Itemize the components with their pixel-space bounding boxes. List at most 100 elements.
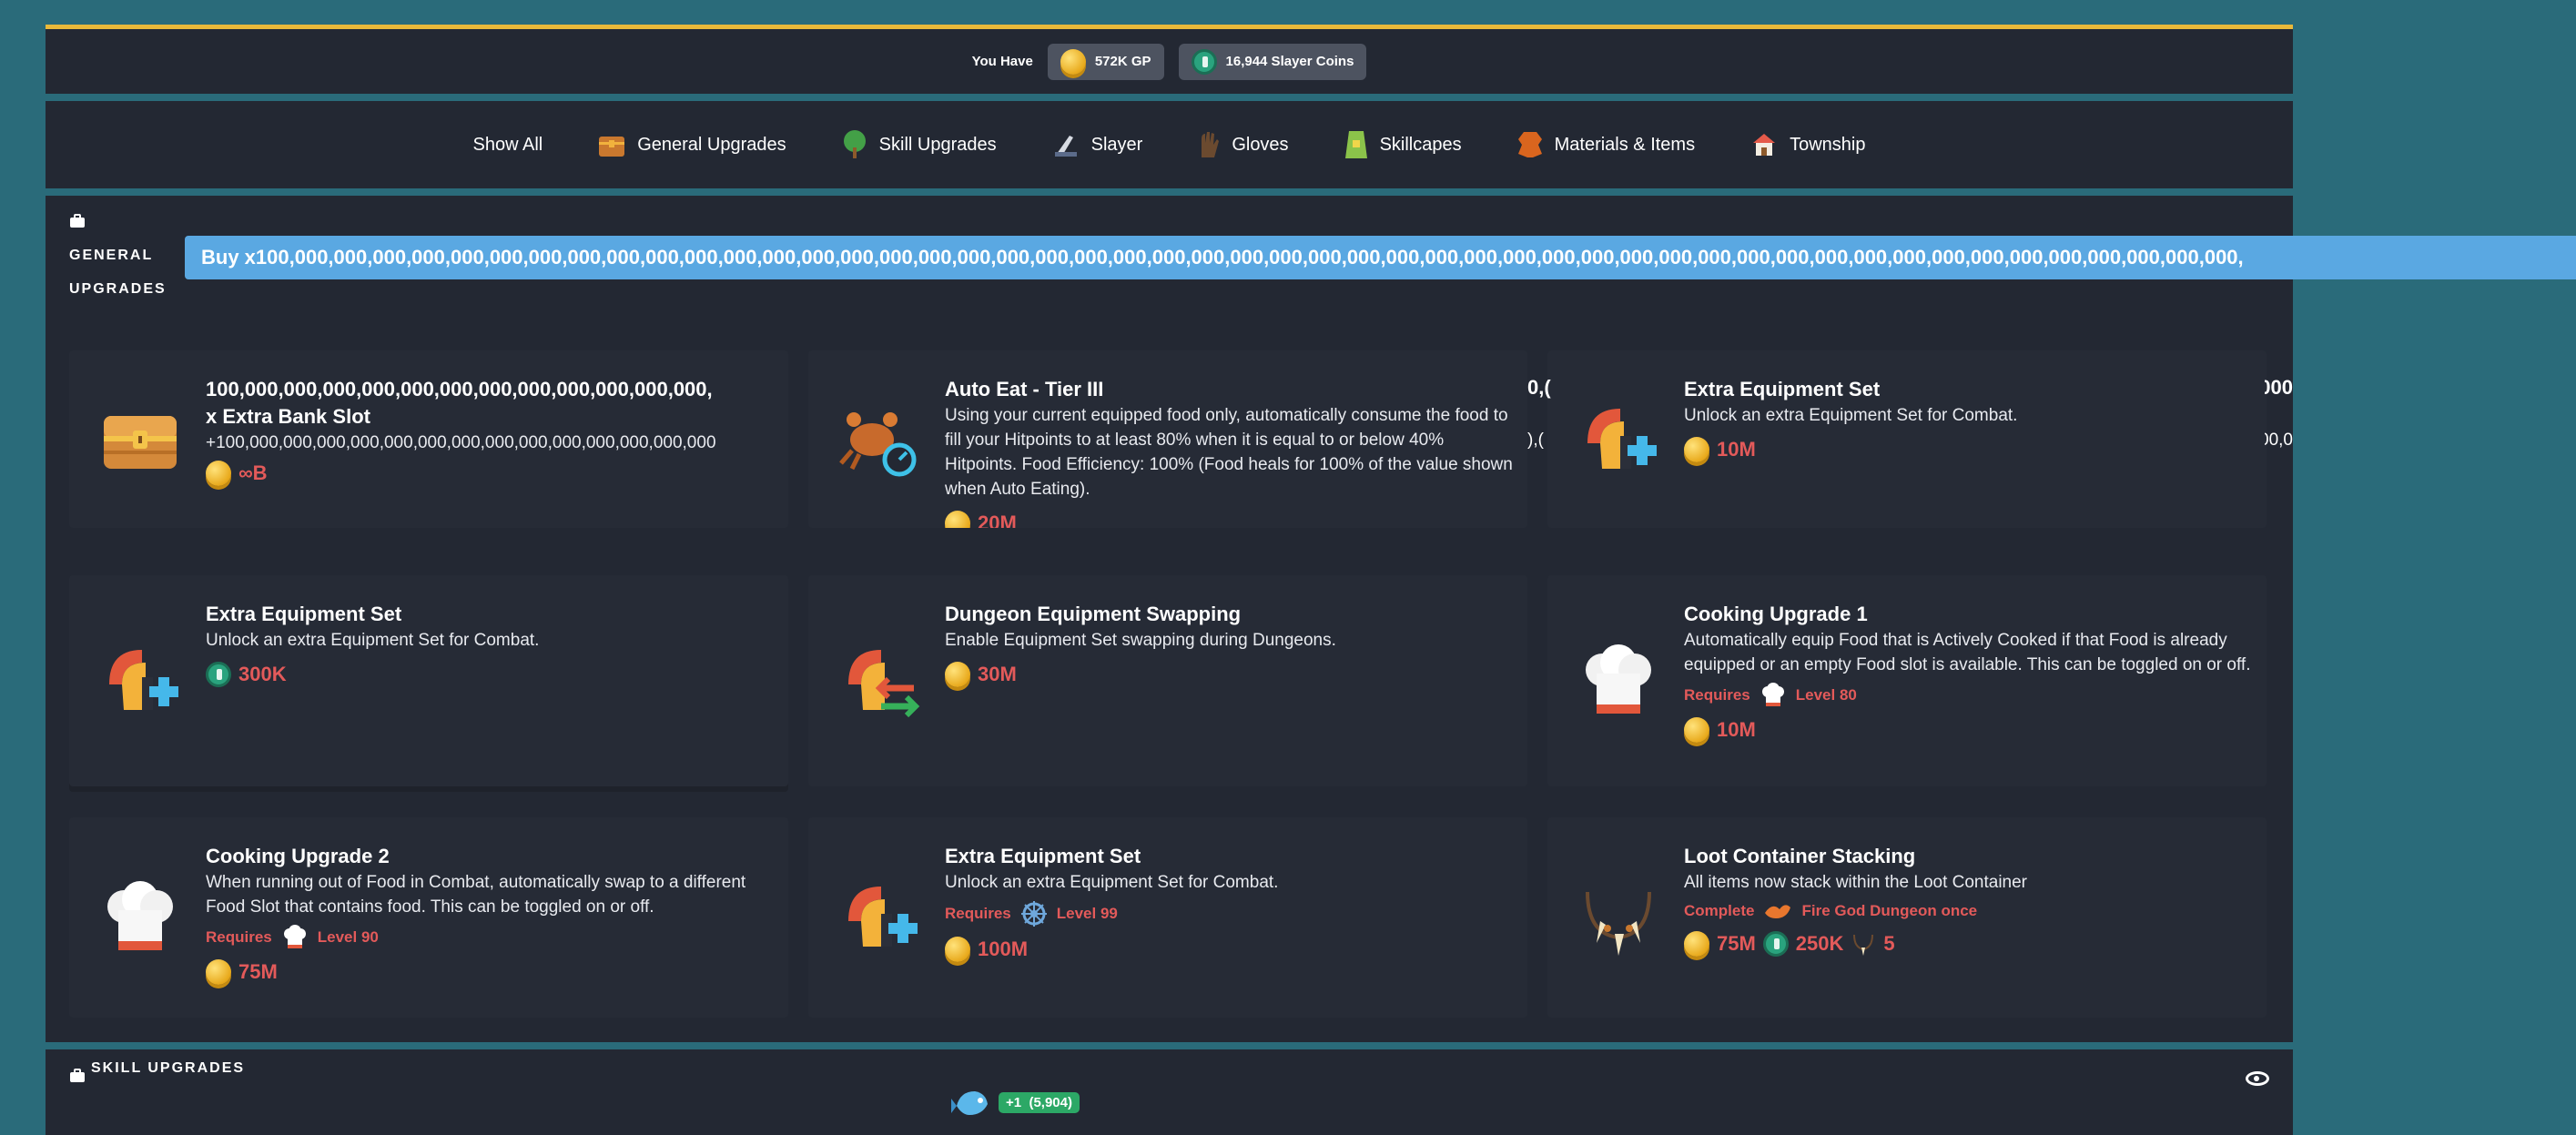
card-title: 100,000,000,000,000,000,000,000,000,000,… xyxy=(206,378,713,400)
upgrade-card-extra-equipment-set-1[interactable]: Extra Equipment Set Unlock an extra Equi… xyxy=(1547,350,2267,528)
cost-value: 10M xyxy=(1717,438,1756,461)
cost-value: 20M xyxy=(978,512,1017,528)
nav-slayer[interactable]: Slayer xyxy=(1051,130,1142,159)
card-cost: 75M 250K 5 xyxy=(1684,931,2252,957)
skill-upgrades-heading: SKILL UPGRADES xyxy=(91,1060,246,1076)
requirement-text: Level 99 xyxy=(1056,905,1118,922)
card-description: All items now stack within the Loot Cont… xyxy=(1684,873,2028,892)
card-cost: 75M xyxy=(206,959,774,985)
chef-hat-icon xyxy=(1586,644,1651,714)
upgrade-card-bank-slot[interactable]: 100,000,000,000,000,000,000,000,000,000,… xyxy=(69,350,788,528)
section-heading-line1: GENERAL xyxy=(69,248,154,263)
nav-label: Show All xyxy=(472,134,543,155)
upgrade-card-dungeon-equipment-swapping[interactable]: Dungeon Equipment Swapping Enable Equipm… xyxy=(808,575,1527,786)
card-title: Cooking Upgrade 2 xyxy=(206,845,390,867)
card-cost: 10M xyxy=(1684,717,2252,743)
nav-label: Skillcapes xyxy=(1379,134,1462,155)
overflow-text-right: 0,000,000,000,000,000,000,000,000, xyxy=(2265,376,2293,399)
gp-coin-icon xyxy=(206,461,231,486)
card-title: Loot Container Stacking xyxy=(1684,845,1916,867)
nav-gloves[interactable]: Gloves xyxy=(1197,130,1289,159)
card-requirement: Complete Fire God Dungeon once xyxy=(1684,900,2252,922)
slayer-amount: 16,944 Slayer Coins xyxy=(1225,54,1354,69)
card-description: Enable Equipment Set swapping during Dun… xyxy=(945,631,1336,650)
leather-icon xyxy=(1517,132,1542,157)
card-description: Unlock an extra Equipment Set for Combat… xyxy=(945,873,1279,892)
slayer-coin-icon xyxy=(1762,931,1789,957)
badge-plus: +1 xyxy=(1006,1094,1022,1110)
cost-value: 250K xyxy=(1795,932,1844,955)
cost-value: 75M xyxy=(238,960,278,983)
overflow-text-left-2: ),( xyxy=(1527,431,1544,450)
gp-coin-icon xyxy=(945,511,970,528)
township-icon xyxy=(1753,134,1776,156)
gp-coin-icon xyxy=(945,937,970,962)
gp-coin-icon xyxy=(945,662,970,687)
card-cost: 10M xyxy=(1684,437,2252,462)
general-upgrades-panel: GENERAL UPGRADES Buy x100,000,000,000,00… xyxy=(46,196,2576,1042)
requirement-prefix: Requires xyxy=(945,905,1011,922)
slayer-coin-icon xyxy=(206,662,231,687)
card-title-line2: x Extra Bank Slot xyxy=(206,405,370,428)
you-have-label: You Have xyxy=(971,54,1033,69)
card-title: Auto Eat - Tier III xyxy=(945,378,1104,400)
cost-value: 10M xyxy=(1717,718,1756,741)
gp-coin-icon xyxy=(1684,437,1709,462)
cape-icon xyxy=(1344,131,1367,158)
helmet-swap-icon xyxy=(848,650,920,718)
tooth-necklace-icon xyxy=(1586,891,1651,956)
nav-show-all[interactable]: Show All xyxy=(473,135,543,156)
card-cost: ∞B xyxy=(206,461,774,486)
chef-hat-icon xyxy=(1761,683,1784,706)
slayer-icon xyxy=(1054,136,1077,157)
badge-count: (5,904) xyxy=(1029,1094,1072,1110)
briefcase-icon xyxy=(70,214,85,228)
briefcase-icon xyxy=(70,1069,85,1082)
nav-materials-items[interactable]: Materials & Items xyxy=(1516,130,1695,159)
nav-label: Skill Upgrades xyxy=(878,134,997,155)
overflow-text-left: 0,( xyxy=(1527,376,1551,399)
cost-value: 75M xyxy=(1717,932,1756,955)
nav-general-upgrades[interactable]: General Upgrades xyxy=(597,131,786,158)
nav-township[interactable]: Township xyxy=(1749,130,1865,159)
slayer-coin-icon xyxy=(1191,48,1217,75)
skill-upgrades-panel: SKILL UPGRADES +1 (5,904) xyxy=(46,1049,2293,1135)
section-heading-line2: UPGRADES xyxy=(69,281,167,297)
upgrade-card-extra-equipment-set-2[interactable]: Extra Equipment Set Unlock an extra Equi… xyxy=(69,575,788,786)
nav-label: Township xyxy=(1790,134,1866,155)
tooth-necklace-icon xyxy=(1853,934,1874,956)
card-description: Using your current equipped food only, a… xyxy=(945,406,1513,499)
slayer-pill: 16,944 Slayer Coins xyxy=(1178,43,1367,80)
card-title: Cooking Upgrade 1 xyxy=(1684,603,1868,625)
card-requirement: Requires Level 80 xyxy=(1684,683,2252,708)
buy-quantity-button[interactable]: Buy x100,000,000,000,000,000,000,000,000… xyxy=(185,236,2576,279)
card-description: Automatically equip Food that is Activel… xyxy=(1684,631,2251,674)
cost-value: 100M xyxy=(978,937,1029,960)
upgrade-card-auto-eat[interactable]: Auto Eat - Tier III Using your current e… xyxy=(808,350,1527,528)
cost-value: 300K xyxy=(238,663,287,685)
requirement-text: Level 90 xyxy=(317,928,379,946)
nav-skill-upgrades[interactable]: Skill Upgrades xyxy=(841,129,997,160)
card-title: Extra Equipment Set xyxy=(945,845,1141,867)
card-cost: 100M xyxy=(945,937,1513,962)
nav-label: General Upgrades xyxy=(637,134,786,155)
eye-icon[interactable] xyxy=(2246,1071,2269,1086)
category-nav: Show All General Upgrades Skill Upgrades… xyxy=(46,101,2293,188)
card-description: +100,000,000,000,000,000,000,000,000,000… xyxy=(206,433,716,452)
card-description: Unlock an extra Equipment Set for Combat… xyxy=(206,631,540,650)
nav-label: Materials & Items xyxy=(1554,134,1696,155)
nav-skillcapes[interactable]: Skillcapes xyxy=(1344,129,1462,160)
gp-coin-icon xyxy=(1060,48,1086,75)
currency-bar: You Have 572K GP 16,944 Slayer Coins xyxy=(46,25,2293,94)
gp-coin-icon xyxy=(1684,931,1709,957)
cost-value: ∞B xyxy=(238,461,268,484)
helmet-plus-icon xyxy=(109,650,178,710)
upgrade-card-loot-container-stacking[interactable]: Loot Container Stacking All items now st… xyxy=(1547,817,2267,1018)
upgrade-card-extra-equipment-set-3[interactable]: Extra Equipment Set Unlock an extra Equi… xyxy=(808,817,1527,1018)
card-requirement: Requires Level 99 xyxy=(945,900,1513,927)
gp-coin-icon xyxy=(1684,717,1709,743)
upgrade-card-cooking-upgrade-2[interactable]: Cooking Upgrade 2 When running out of Fo… xyxy=(69,817,788,1018)
upgrade-card-cooking-upgrade-1[interactable]: Cooking Upgrade 1 Automatically equip Fo… xyxy=(1547,575,2267,786)
skill-badge: +1 (5,904) xyxy=(999,1091,1080,1113)
crab-timer-icon xyxy=(839,411,917,476)
